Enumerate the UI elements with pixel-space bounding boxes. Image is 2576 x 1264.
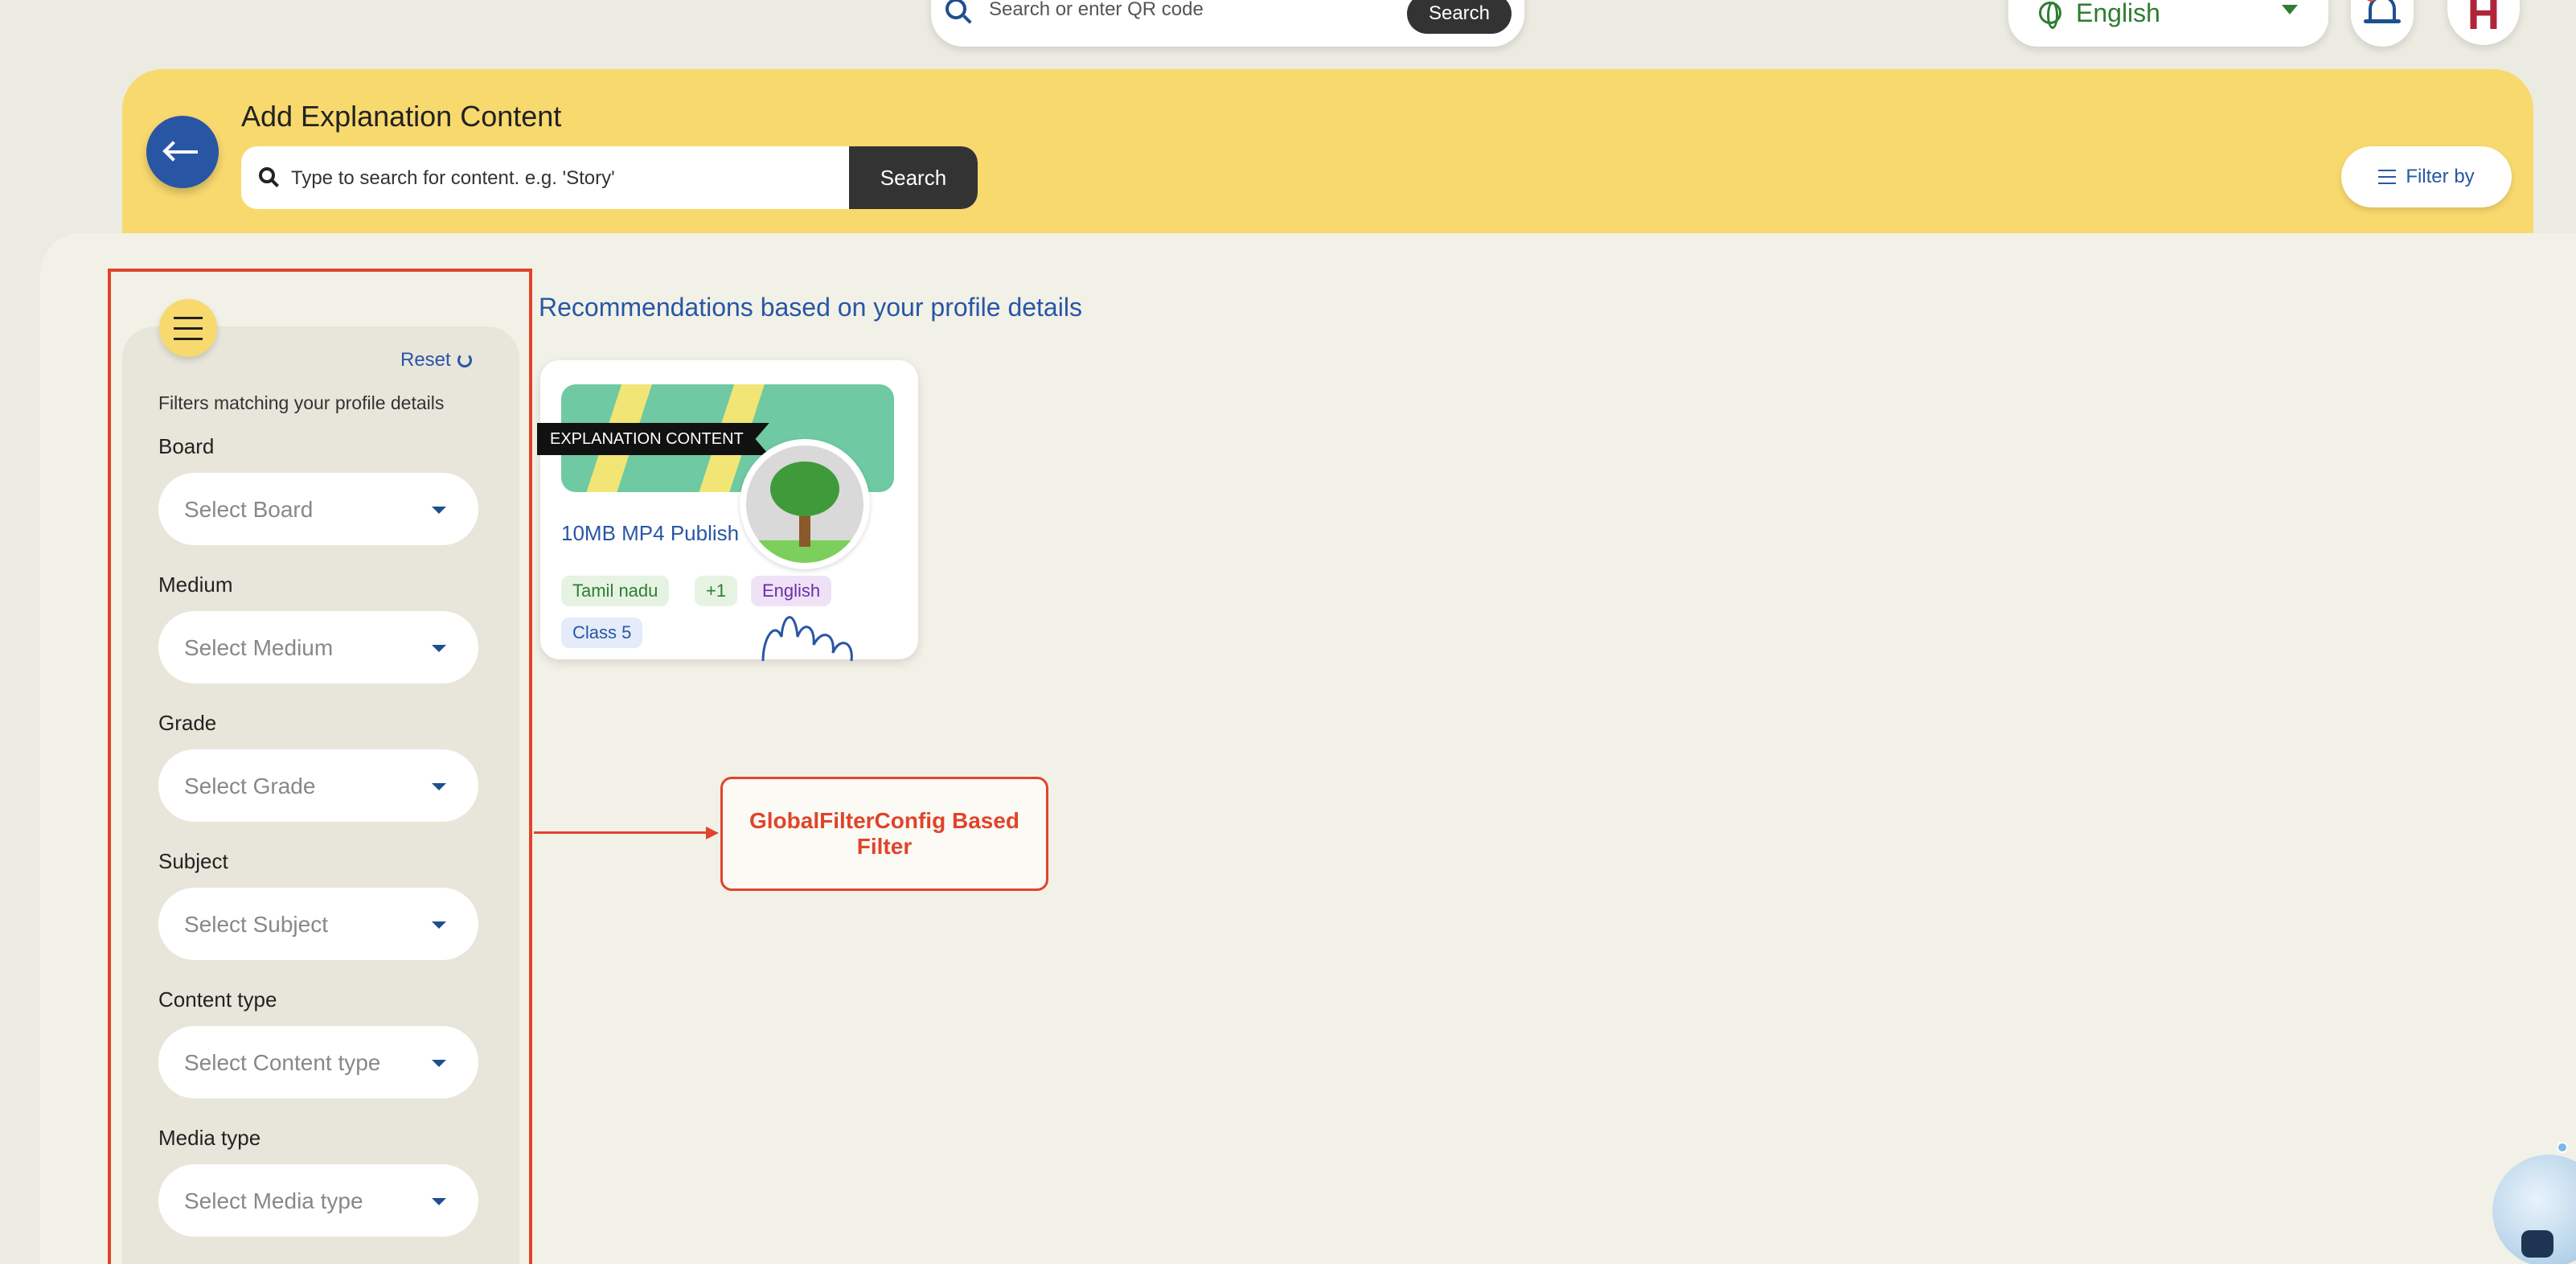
recommendations-heading: Recommendations based on your profile de… — [539, 293, 1082, 322]
global-search-bar[interactable]: Search or enter QR code Search — [931, 0, 1524, 47]
annotation-highlight-box — [108, 269, 532, 1264]
back-button[interactable] — [146, 116, 219, 188]
globe-icon — [2039, 2, 2061, 29]
filter-by-label: Filter by — [2406, 166, 2475, 187]
content-search-bar[interactable]: Type to search for content. e.g. 'Story'… — [241, 146, 978, 209]
content-search-input[interactable]: Type to search for content. e.g. 'Story' — [291, 167, 615, 190]
page-title: Add Explanation Content — [241, 100, 562, 133]
annotation-label: GlobalFilterConfig Based Filter — [720, 777, 1048, 891]
search-icon — [945, 0, 966, 19]
language-selector[interactable]: English — [2008, 0, 2328, 47]
more-chip: +1 — [695, 576, 738, 606]
arrow-left-icon — [167, 150, 198, 154]
hand-doodle-icon — [761, 616, 853, 661]
robot-antenna-icon — [2557, 1142, 2568, 1153]
content-icon — [740, 439, 870, 569]
language-value: English — [2076, 0, 2160, 27]
class-chip: Class 5 — [561, 618, 643, 648]
global-search-input[interactable]: Search or enter QR code — [989, 0, 1204, 21]
content-search-button[interactable]: Search — [849, 146, 978, 209]
content-card-title[interactable]: 10MB MP4 Publish — [561, 521, 739, 546]
notifications-button[interactable] — [2351, 0, 2414, 47]
bell-icon-base — [2364, 19, 2401, 23]
sliders-icon — [2378, 170, 2397, 184]
bell-icon — [2369, 0, 2396, 21]
global-search-button[interactable]: Search — [1407, 0, 1512, 34]
board-chip: Tamil nadu — [561, 576, 670, 606]
annotation-arrow-line — [534, 831, 709, 834]
avatar-initial: H — [2467, 0, 2500, 39]
language-chip: English — [751, 576, 832, 606]
tree-icon — [746, 445, 863, 563]
chevron-down-icon — [2282, 5, 2298, 14]
robot-icon — [2521, 1230, 2553, 1258]
content-type-badge: EXPLANATION CONTENT — [537, 423, 769, 455]
filter-by-button[interactable]: Filter by — [2341, 146, 2512, 207]
search-icon — [259, 167, 275, 183]
profile-avatar[interactable]: H — [2447, 0, 2520, 45]
arrow-head-icon — [706, 827, 719, 839]
tree-crown — [770, 462, 839, 516]
